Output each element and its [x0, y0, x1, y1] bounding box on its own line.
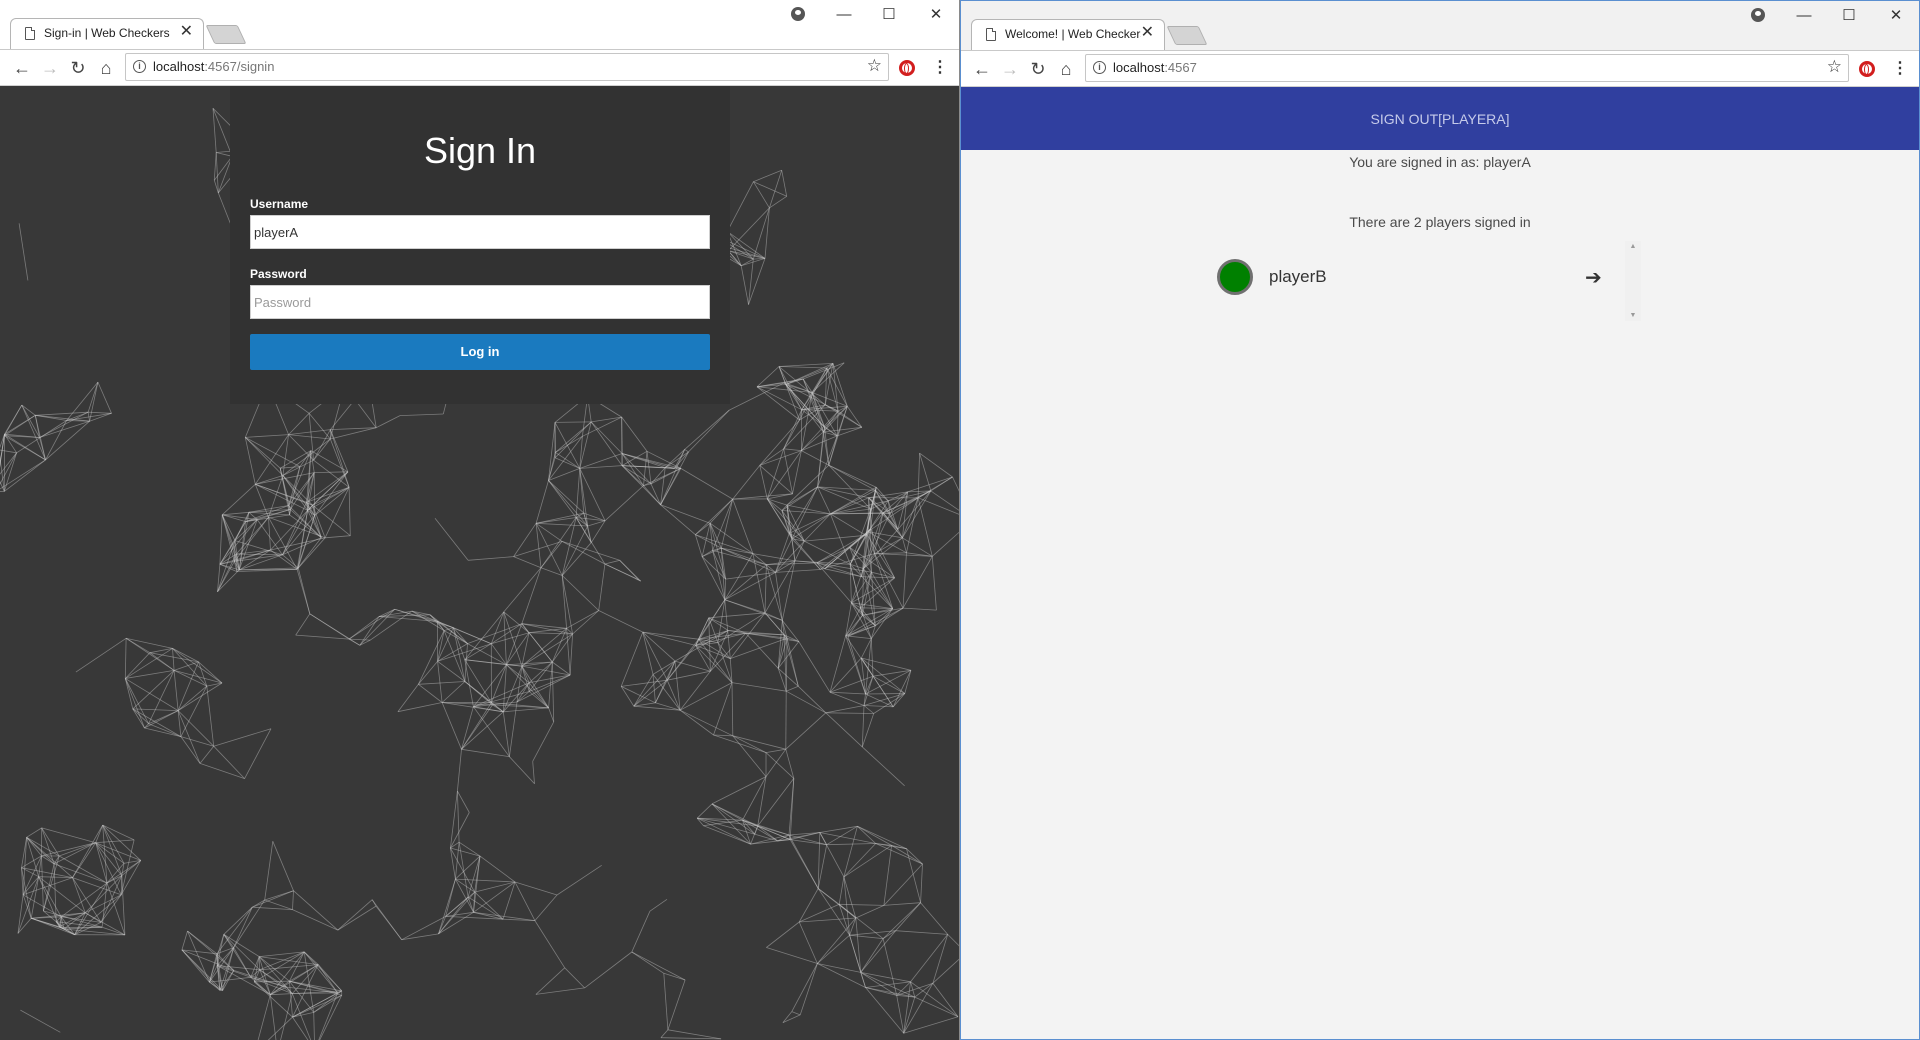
bookmark-star-icon[interactable]: ☆ [867, 56, 882, 76]
url-host: localhost [153, 59, 205, 74]
player-status-icon [1217, 259, 1253, 295]
url-text: localhost:4567/signin [153, 59, 274, 74]
tab-title: Welcome! | Web Checkers [1005, 27, 1141, 41]
bookmark-star-icon[interactable]: ☆ [1827, 57, 1842, 77]
home-icon[interactable]: ⌂ [94, 56, 118, 80]
home-icon[interactable]: ⌂ [1054, 57, 1078, 81]
tab-title: Sign-in | Web Checkers [44, 26, 170, 40]
profile-icon[interactable] [791, 7, 805, 21]
address-bar[interactable]: i localhost:4567/signin ☆ [125, 53, 889, 81]
opera-extension-icon[interactable] [1859, 61, 1875, 77]
reload-icon[interactable]: ↻ [66, 56, 90, 80]
title-bar: Welcome! | Web Checkers ✕ — ☐ ✕ [961, 1, 1919, 51]
address-bar[interactable]: i localhost:4567 ☆ [1085, 54, 1849, 82]
player-list: playerB ➔ ▲ ▼ [1211, 241, 1641, 333]
profile-icon[interactable] [1751, 8, 1765, 22]
browser-tab[interactable]: Sign-in | Web Checkers ✕ [10, 18, 204, 49]
opera-extension-icon[interactable] [899, 60, 915, 76]
close-window-button[interactable]: ✕ [921, 4, 951, 26]
new-tab-button[interactable] [205, 25, 247, 44]
page-icon [986, 28, 996, 41]
url-path: :4567/signin [204, 59, 275, 74]
page-viewport: Sign In Username Password Log in [0, 86, 959, 1040]
back-arrow-icon[interactable]: ← [970, 57, 994, 81]
forward-arrow-icon[interactable]: → [998, 57, 1022, 81]
signin-panel: Sign In Username Password Log in [230, 86, 730, 404]
arrow-right-icon[interactable]: ➔ [1585, 265, 1602, 290]
username-input[interactable] [250, 215, 710, 249]
list-item[interactable]: playerB ➔ [1211, 253, 1631, 313]
reload-icon[interactable]: ↻ [1026, 57, 1050, 81]
scroll-down-icon[interactable]: ▼ [1625, 312, 1641, 319]
signout-link[interactable]: SIGN OUT[PLAYERA] [961, 111, 1919, 127]
url-path: :4567 [1164, 60, 1197, 75]
minimize-button[interactable]: — [1789, 5, 1819, 27]
menu-icon[interactable]: ⋮ [1892, 59, 1908, 79]
login-button[interactable]: Log in [250, 334, 710, 370]
password-label: Password [250, 267, 307, 281]
info-icon[interactable]: i [133, 60, 146, 73]
signed-in-message: You are signed in as: playerA [1349, 154, 1531, 170]
password-input[interactable] [250, 285, 710, 319]
page-icon [25, 27, 35, 40]
url-host: localhost [1113, 60, 1165, 75]
scroll-up-icon[interactable]: ▲ [1625, 243, 1641, 250]
username-label: Username [250, 197, 309, 211]
signin-title: Sign In [423, 130, 537, 171]
player-name: playerB [1269, 267, 1327, 286]
new-tab-button[interactable] [1166, 26, 1208, 45]
players-count-message: There are 2 players signed in [1349, 214, 1531, 230]
tab-close-icon[interactable]: ✕ [180, 24, 193, 40]
minimize-button[interactable]: — [829, 4, 859, 26]
app-navbar: SIGN OUT[PLAYERA] [961, 87, 1919, 150]
browser-toolbar: ← → ↻ ⌂ i localhost:4567 ☆ ⋮ [961, 51, 1919, 87]
browser-window-right: Welcome! | Web Checkers ✕ — ☐ ✕ ← → ↻ ⌂ … [960, 0, 1920, 1040]
info-icon[interactable]: i [1093, 61, 1106, 74]
tab-close-icon[interactable]: ✕ [1141, 25, 1154, 41]
title-bar: Sign-in | Web Checkers ✕ — ☐ ✕ [0, 0, 959, 50]
browser-window-left: Sign-in | Web Checkers ✕ — ☐ ✕ ← → ↻ ⌂ i… [0, 0, 960, 1040]
close-window-button[interactable]: ✕ [1881, 5, 1911, 27]
page-viewport: SIGN OUT[PLAYERA] You are signed in as: … [961, 87, 1919, 1039]
maximize-button[interactable]: ☐ [874, 4, 904, 26]
forward-arrow-icon[interactable]: → [38, 56, 62, 80]
scrollbar[interactable]: ▲ ▼ [1625, 241, 1641, 321]
back-arrow-icon[interactable]: ← [10, 56, 34, 80]
browser-tab[interactable]: Welcome! | Web Checkers ✕ [971, 19, 1165, 50]
url-text: localhost:4567 [1113, 60, 1197, 75]
menu-icon[interactable]: ⋮ [932, 58, 948, 78]
browser-toolbar: ← → ↻ ⌂ i localhost:4567/signin ☆ ⋮ [0, 50, 959, 86]
maximize-button[interactable]: ☐ [1834, 5, 1864, 27]
